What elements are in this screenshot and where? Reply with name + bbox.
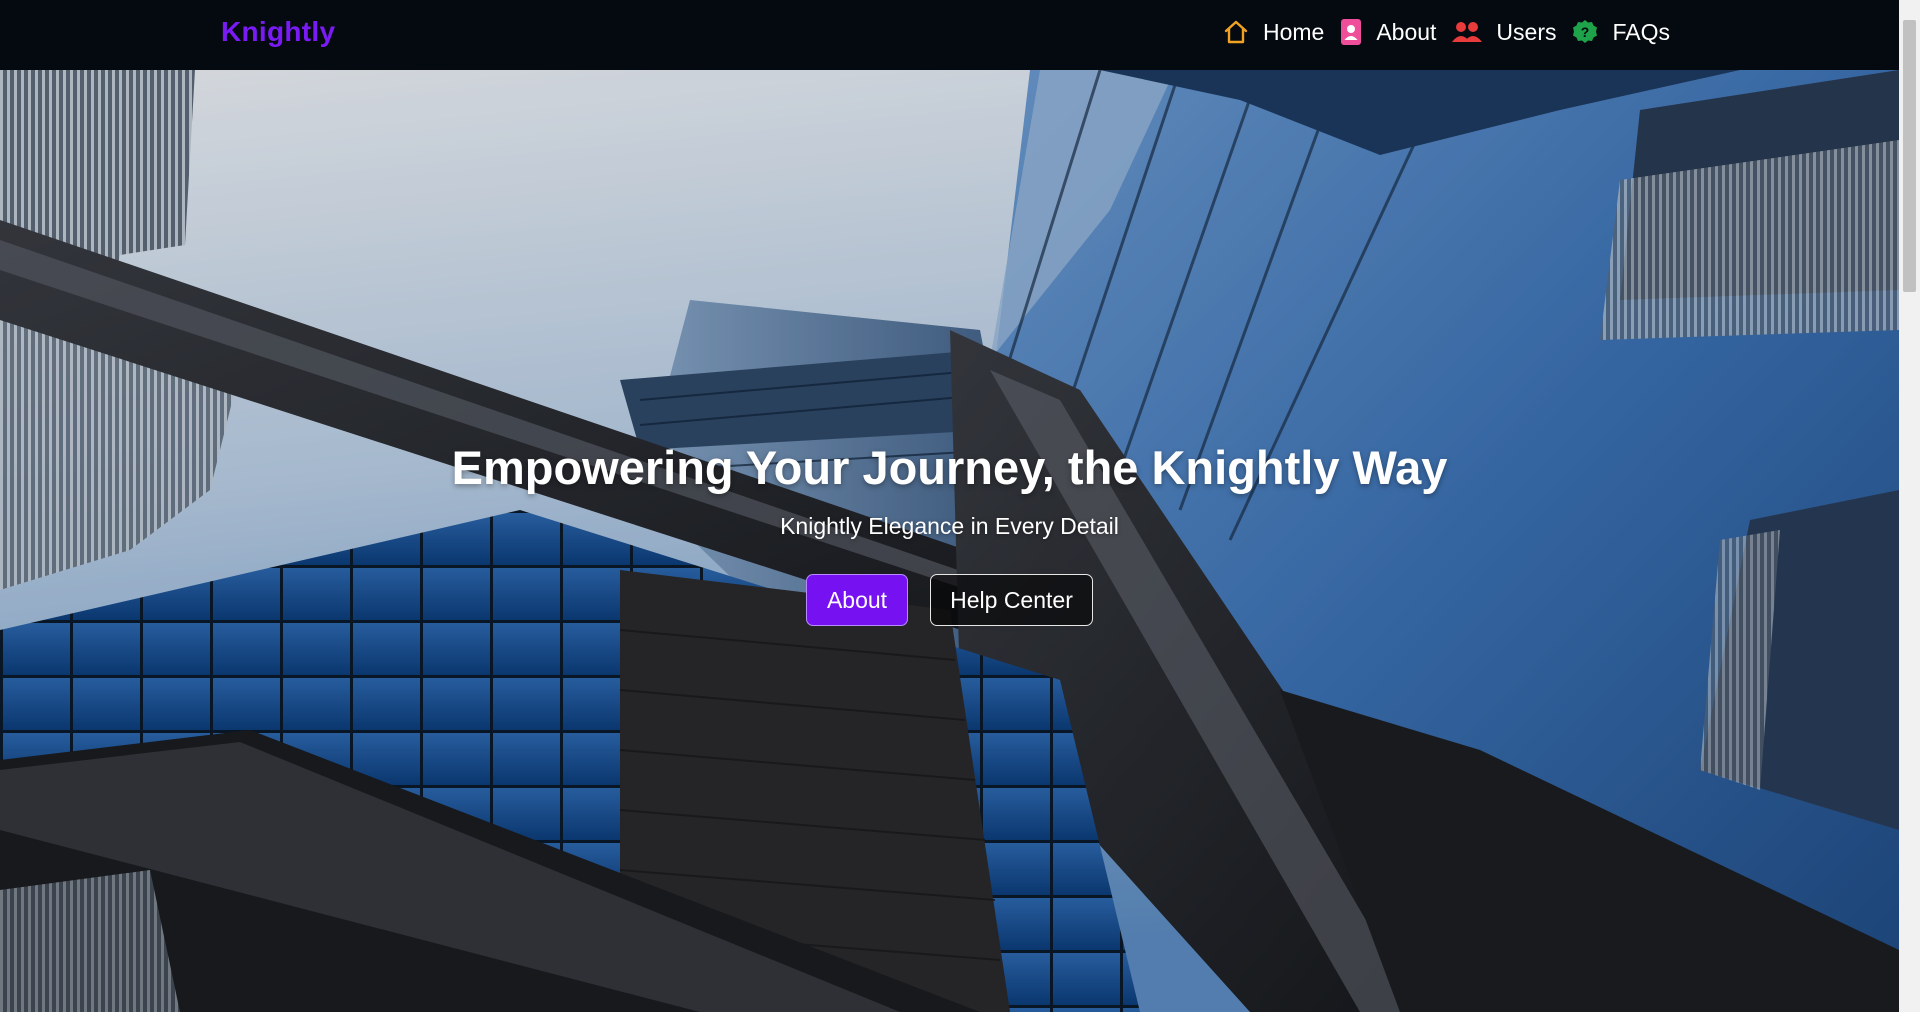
question-circle-icon: ? — [1572, 19, 1598, 45]
home-icon — [1223, 19, 1249, 45]
id-card-icon — [1340, 18, 1362, 46]
hero-buttons: About Help Center — [0, 574, 1899, 626]
brand-logo[interactable]: Knightly — [221, 16, 335, 48]
nav-item-about[interactable]: About — [1340, 18, 1436, 46]
help-center-button[interactable]: Help Center — [930, 574, 1093, 626]
nav-item-home[interactable]: Home — [1223, 19, 1324, 46]
users-icon — [1452, 20, 1483, 44]
main-nav: Home About Users ? FAQs — [1223, 18, 1670, 46]
hero-section: Empowering Your Journey, the Knightly Wa… — [0, 70, 1899, 1012]
nav-item-label: Users — [1496, 18, 1557, 45]
scrollbar-thumb[interactable] — [1903, 20, 1916, 292]
svg-text:?: ? — [1581, 24, 1590, 40]
hero-subtitle: Knightly Elegance in Every Detail — [780, 513, 1119, 539]
navbar: Knightly Home About Users ? FAQs — [0, 0, 1899, 70]
nav-item-faqs[interactable]: ? FAQs — [1572, 19, 1670, 46]
nav-item-label: About — [1376, 18, 1437, 45]
page: Knightly Home About Users ? FAQs Empower… — [0, 0, 1920, 1012]
about-button[interactable]: About — [806, 574, 908, 626]
hero-content: Empowering Your Journey, the Knightly Wa… — [0, 440, 1899, 626]
hero-title: Empowering Your Journey, the Knightly Wa… — [451, 441, 1448, 494]
nav-item-label: Home — [1262, 18, 1325, 45]
page-scrollbar[interactable] — [1899, 0, 1920, 1012]
nav-item-label: FAQs — [1612, 18, 1670, 45]
nav-item-users[interactable]: Users — [1452, 19, 1556, 46]
